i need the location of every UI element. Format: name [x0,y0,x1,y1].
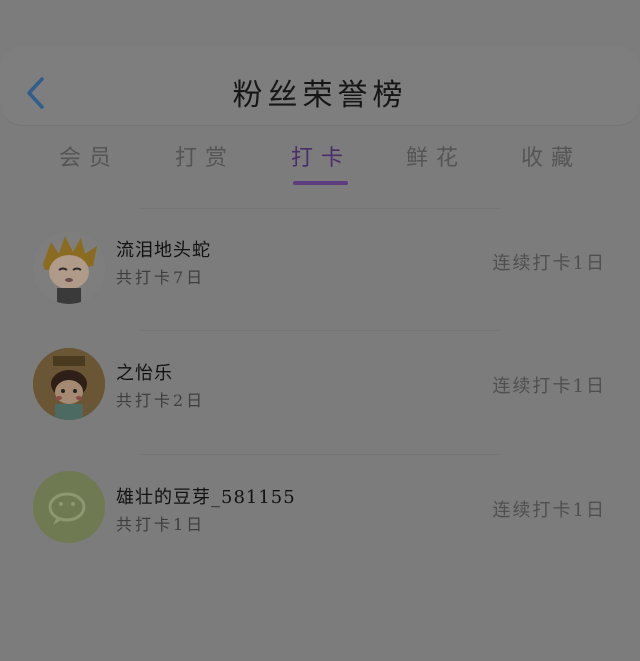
page-title: 粉丝荣誉榜 [232,78,408,113]
cartoon-girl-avatar [33,348,105,420]
total-checkins: 共打卡2日 [116,391,206,410]
anime-boy-avatar [33,232,105,304]
active-tab-indicator [293,181,348,185]
checkin-streak: 连续打卡1日 [492,376,606,397]
tab-favorites[interactable]: 收藏 [506,140,596,184]
tab-flowers[interactable]: 鲜花 [391,140,481,184]
fans-honor-screen: 粉丝荣誉榜 会员 打赏 打卡 鲜花 收藏 流泪地头蛇 共打卡7日 连续打卡1日 [0,0,640,661]
tab-reward[interactable]: 打赏 [160,140,250,184]
total-checkins: 共打卡1日 [116,515,206,534]
list-item[interactable]: 雄壮的豆芽_581155 共打卡1日 连续打卡1日 [0,455,640,575]
user-name: 流泪地头蛇 [116,240,211,261]
user-name: 雄壮的豆芽_581155 [116,487,296,508]
list-item[interactable]: 之怡乐 共打卡2日 连续打卡1日 [0,331,640,451]
tab-checkin[interactable]: 打卡 [276,140,366,184]
list-item[interactable]: 流泪地头蛇 共打卡7日 连续打卡1日 [0,208,640,328]
total-checkins: 共打卡7日 [116,268,206,287]
tab-member[interactable]: 会员 [44,140,134,184]
checkin-streak: 连续打卡1日 [492,253,606,274]
user-name: 之怡乐 [116,363,173,384]
checkin-streak: 连续打卡1日 [492,500,606,521]
wechat-default-avatar [33,471,105,543]
